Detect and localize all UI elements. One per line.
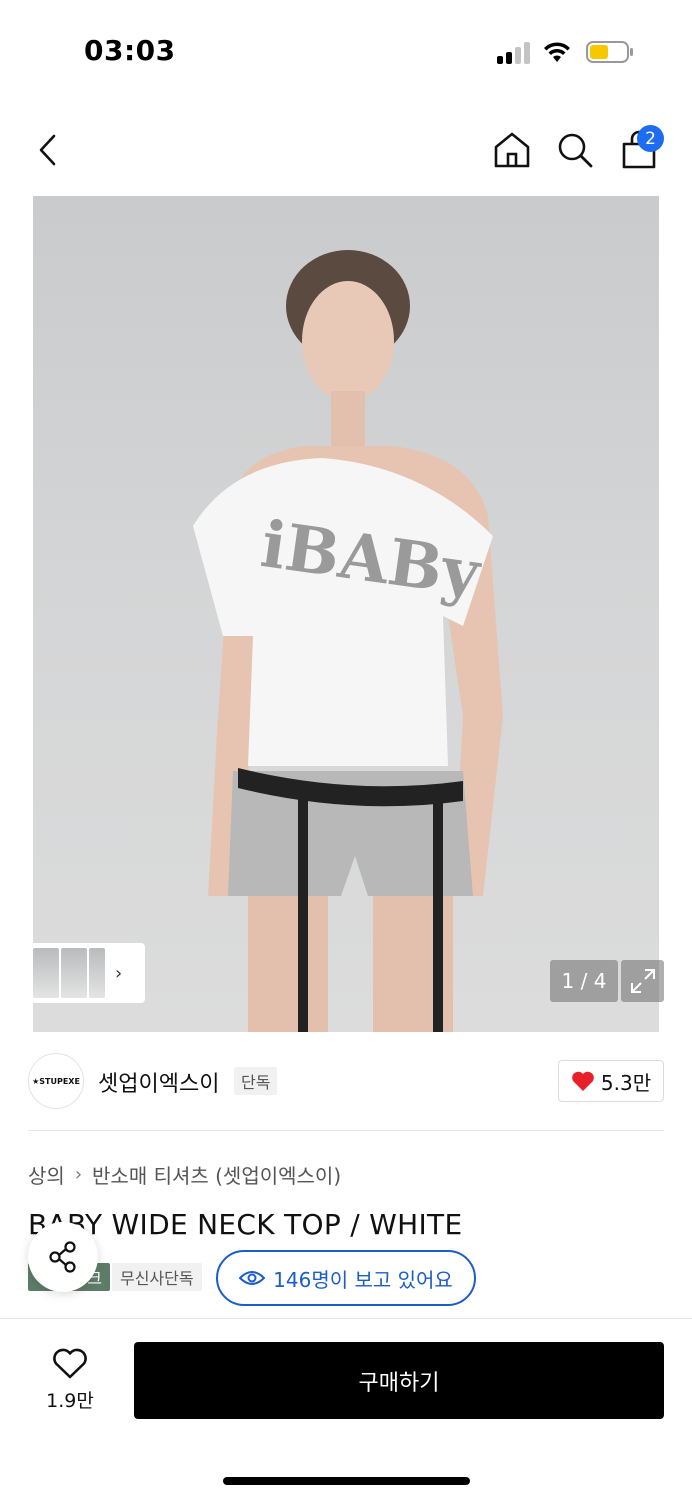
thumbnail-1[interactable] bbox=[33, 948, 59, 998]
status-bar: 03:03 bbox=[0, 0, 692, 100]
brand-name[interactable]: 셋업이엑스이 bbox=[98, 1066, 219, 1098]
breadcrumb-subcategory[interactable]: 반소매 티셔츠 (셋업이엑스이) bbox=[92, 1160, 341, 1189]
status-time: 03:03 bbox=[84, 34, 176, 67]
brand-logo[interactable]: ★STUPEXE bbox=[28, 1053, 84, 1109]
musinsa-exclusive-tag: 무신사단독 bbox=[112, 1263, 202, 1291]
share-button[interactable] bbox=[28, 1222, 98, 1292]
wishlist-count: 1.9만 bbox=[46, 1389, 94, 1412]
cellular-signal-icon bbox=[497, 40, 533, 64]
thumbnail-2[interactable] bbox=[61, 948, 87, 998]
product-image[interactable]: iBABy bbox=[33, 196, 659, 1032]
brand-like-count: 5.3만 bbox=[600, 1070, 652, 1095]
wifi-icon bbox=[542, 40, 572, 64]
eye-icon bbox=[239, 1271, 266, 1285]
buy-button[interactable]: 구매하기 bbox=[134, 1342, 664, 1419]
home-icon bbox=[494, 132, 530, 168]
viewers-indicator: 146명이 보고 있어요 bbox=[216, 1250, 476, 1306]
exclusive-tag: 단독 bbox=[234, 1067, 278, 1095]
breadcrumb-category[interactable]: 상의 bbox=[28, 1160, 65, 1189]
search-button[interactable] bbox=[553, 128, 597, 172]
heart-filled-icon bbox=[572, 1071, 594, 1091]
chevron-right-icon: › bbox=[74, 1164, 83, 1185]
chevron-right-icon[interactable]: › bbox=[115, 963, 122, 984]
model-photo: iBABy bbox=[193, 250, 503, 1032]
back-button[interactable] bbox=[26, 128, 70, 172]
brand-row: ★STUPEXE 셋업이엑스이 단독 5.3만 bbox=[28, 1050, 664, 1112]
brand-like-button[interactable]: 5.3만 bbox=[558, 1060, 664, 1102]
home-indicator bbox=[223, 1477, 470, 1485]
cart-count-badge: 2 bbox=[637, 125, 664, 152]
share-icon bbox=[49, 1241, 76, 1273]
tags-row: 크 무신사단독 146명이 보고 있어요 bbox=[28, 1250, 668, 1306]
thumbnail-strip[interactable]: › bbox=[29, 943, 145, 1003]
battery-icon bbox=[586, 40, 634, 64]
wishlist-button[interactable]: 1.9만 bbox=[30, 1342, 110, 1418]
viewers-text: 146명이 보고 있어요 bbox=[273, 1267, 453, 1292]
image-page-counter: 1 / 4 bbox=[550, 960, 618, 1002]
thumbnail-3[interactable] bbox=[89, 948, 105, 998]
expand-icon bbox=[630, 969, 655, 993]
product-title: BABY WIDE NECK TOP / WHITE bbox=[28, 1208, 463, 1241]
expand-image-button[interactable] bbox=[621, 960, 664, 1002]
breadcrumb: 상의 › 반소매 티셔츠 (셋업이엑스이) bbox=[28, 1160, 341, 1189]
chevron-left-icon bbox=[39, 134, 56, 166]
search-icon bbox=[558, 133, 593, 168]
divider bbox=[28, 1130, 664, 1131]
heart-outline-icon bbox=[53, 1348, 87, 1378]
top-nav bbox=[0, 112, 692, 188]
home-button[interactable] bbox=[490, 128, 534, 172]
bottom-divider bbox=[0, 1318, 692, 1319]
